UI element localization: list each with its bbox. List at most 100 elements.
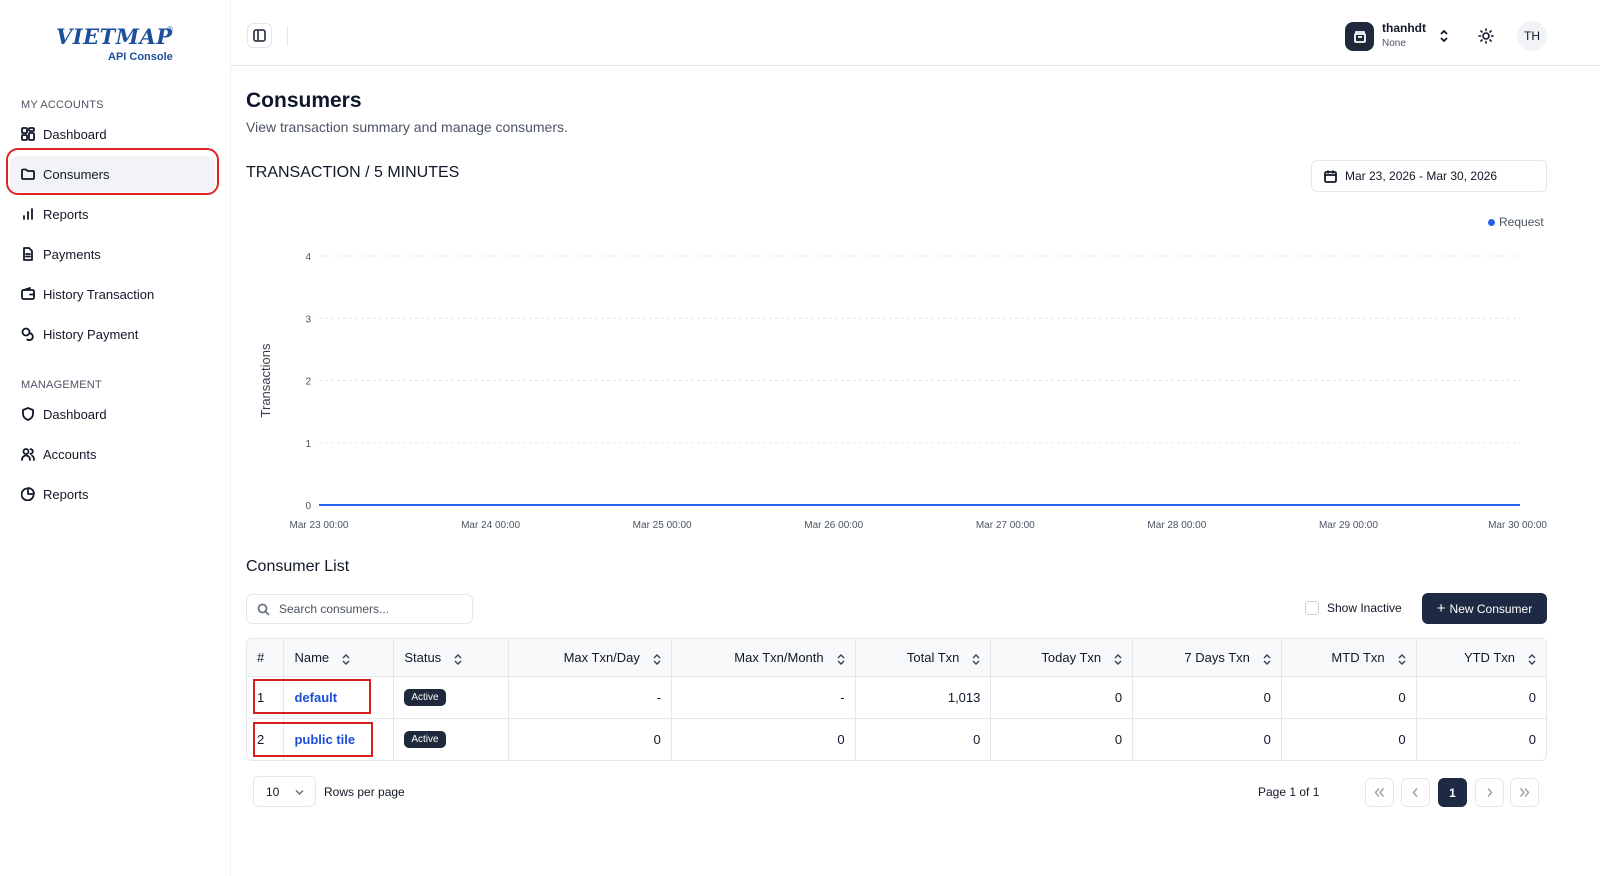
table-row[interactable]: 1 default Active - - 1,013 0 0 0 0 xyxy=(247,676,1546,719)
status-badge: Active xyxy=(404,689,446,706)
column-header-max-txn-day[interactable]: Max Txn/Day xyxy=(508,639,672,677)
sidebar-toggle-button[interactable] xyxy=(247,23,272,48)
coins-icon xyxy=(21,327,35,341)
prev-page-button[interactable] xyxy=(1401,778,1430,807)
search-input[interactable]: Search consumers... xyxy=(246,594,473,624)
show-inactive-checkbox[interactable] xyxy=(1305,601,1319,615)
user-org: None xyxy=(1382,38,1406,49)
first-page-button[interactable] xyxy=(1365,778,1394,807)
column-header-name[interactable]: Name xyxy=(283,639,395,677)
y-tick-label: 2 xyxy=(305,377,311,388)
sort-icon[interactable] xyxy=(1528,653,1536,665)
sidebar-item-label: Reports xyxy=(43,206,89,222)
shield-icon xyxy=(21,407,35,421)
user-name: thanhdt xyxy=(1382,21,1426,35)
wallet-icon xyxy=(21,287,35,301)
table-row[interactable]: 2 public tile Active 0 0 0 0 0 0 0 xyxy=(247,718,1546,760)
section-label-management: MANAGEMENT xyxy=(21,379,102,391)
show-inactive-toggle[interactable]: Show Inactive xyxy=(1305,601,1402,615)
sidebar-item-history-transaction[interactable]: History Transaction xyxy=(10,276,215,312)
column-header-status[interactable]: Status xyxy=(393,639,510,677)
chart-legend[interactable]: Request xyxy=(1488,215,1544,229)
cell-name: default xyxy=(283,676,395,719)
search-placeholder: Search consumers... xyxy=(279,602,390,616)
consumer-link-default[interactable]: default xyxy=(294,690,337,705)
cell-7days: 0 xyxy=(1132,718,1282,760)
y-axis-label: Transactions xyxy=(258,343,273,417)
next-page-button[interactable] xyxy=(1475,778,1504,807)
sidebar-item-label: Payments xyxy=(43,246,101,262)
sort-icon[interactable] xyxy=(1114,653,1122,665)
sort-icon[interactable] xyxy=(1398,653,1406,665)
sort-icon[interactable] xyxy=(342,653,350,665)
y-tick-label: 1 xyxy=(305,439,311,450)
header-divider xyxy=(287,26,288,46)
sidebar-item-management-reports[interactable]: Reports xyxy=(10,476,215,512)
archive-icon xyxy=(1353,30,1366,43)
cell-status: Active xyxy=(393,676,510,719)
rows-per-page-label: Rows per page xyxy=(324,785,405,799)
cell-ytd: 0 xyxy=(1528,731,1536,747)
cell-index: 1 xyxy=(247,676,285,719)
sidebar-item-management-dashboard[interactable]: Dashboard xyxy=(10,396,215,432)
consumers-table: # Name Status Max Txn/Day Max Txn/Month … xyxy=(246,638,1547,761)
column-header-total-txn[interactable]: Total Txn xyxy=(855,639,992,677)
theme-toggle-button[interactable] xyxy=(1475,25,1497,47)
rows-per-page-select[interactable]: 10 xyxy=(253,776,316,807)
vietmap-logo[interactable]: VIETMAP ® API Console xyxy=(56,24,186,64)
sidebar-item-reports[interactable]: Reports xyxy=(10,196,215,232)
sidebar-item-accounts[interactable]: Accounts xyxy=(10,436,215,472)
sort-icon[interactable] xyxy=(454,653,462,665)
sidebar-item-history-payment[interactable]: History Payment xyxy=(10,316,215,352)
organization-avatar xyxy=(1345,22,1374,51)
sort-icon[interactable] xyxy=(972,653,980,665)
show-inactive-label: Show Inactive xyxy=(1327,601,1402,615)
x-tick-label: Mar 28 00:00 xyxy=(1147,520,1206,531)
consumer-list-title: Consumer List xyxy=(246,558,350,575)
cell-status: Active xyxy=(393,718,510,760)
sidebar-item-dashboard[interactable]: Dashboard xyxy=(10,116,215,152)
logo-subtitle: API Console xyxy=(108,51,173,63)
column-header-today-txn[interactable]: Today Txn xyxy=(990,639,1134,677)
calendar-icon xyxy=(1324,170,1337,183)
page-subtitle: View transaction summary and manage cons… xyxy=(246,119,568,135)
new-consumer-button[interactable]: + New Consumer xyxy=(1422,593,1547,624)
chevron-right-icon xyxy=(1487,788,1493,797)
cell-max-day: - xyxy=(508,676,672,719)
column-header-mtd-txn[interactable]: MTD Txn xyxy=(1281,639,1417,677)
status-badge: Active xyxy=(404,731,446,749)
cell-today: 0 xyxy=(990,676,1134,719)
chevrons-right-icon xyxy=(1519,788,1530,797)
sidebar-item-consumers[interactable]: Consumers xyxy=(10,156,215,192)
column-header-max-txn-month[interactable]: Max Txn/Month xyxy=(671,639,856,677)
sidebar-item-payments[interactable]: Payments xyxy=(10,236,215,272)
last-page-button[interactable] xyxy=(1510,778,1539,807)
user-switcher[interactable]: thanhdt None xyxy=(1345,20,1457,52)
file-text-icon xyxy=(21,247,35,261)
plus-icon: + xyxy=(1436,600,1446,617)
y-tick-label: 3 xyxy=(305,314,311,325)
date-range-picker[interactable]: Mar 23, 2026 - Mar 30, 2026 xyxy=(1311,160,1547,192)
x-tick-label: Mar 30 00:00 xyxy=(1488,520,1547,531)
chart-title: TRANSACTION / 5 MINUTES xyxy=(246,164,460,181)
column-header-7-days-txn[interactable]: 7 Days Txn xyxy=(1132,639,1282,677)
cell-mtd: 0 xyxy=(1281,718,1417,760)
consumer-link-public-tile[interactable]: public tile xyxy=(294,732,355,747)
sort-icon[interactable] xyxy=(1263,653,1271,665)
new-consumer-label: New Consumer xyxy=(1449,601,1533,616)
chevrons-left-icon xyxy=(1374,788,1385,797)
sidebar-item-label: Consumers xyxy=(43,166,110,182)
page-number-button[interactable]: 1 xyxy=(1438,778,1467,807)
search-icon xyxy=(257,603,270,616)
pie-chart-icon xyxy=(21,487,35,501)
avatar[interactable]: TH xyxy=(1517,21,1547,51)
column-header-ytd-txn[interactable]: YTD Txn xyxy=(1416,639,1546,677)
cell-total: 1,013 xyxy=(855,676,992,719)
transactions-chart: 0 1 2 3 4 Mar 23 00:00 Mar 24 00:00 Mar 25 00:0… xyxy=(258,252,1547,531)
sort-icon[interactable] xyxy=(837,653,845,665)
x-tick-label: Mar 26 00:00 xyxy=(804,520,863,531)
cell-name: public tile xyxy=(283,718,395,760)
logo-text: VIETMAP xyxy=(56,24,173,49)
sidebar-item-label: History Transaction xyxy=(43,286,155,302)
sort-icon[interactable] xyxy=(653,653,661,665)
